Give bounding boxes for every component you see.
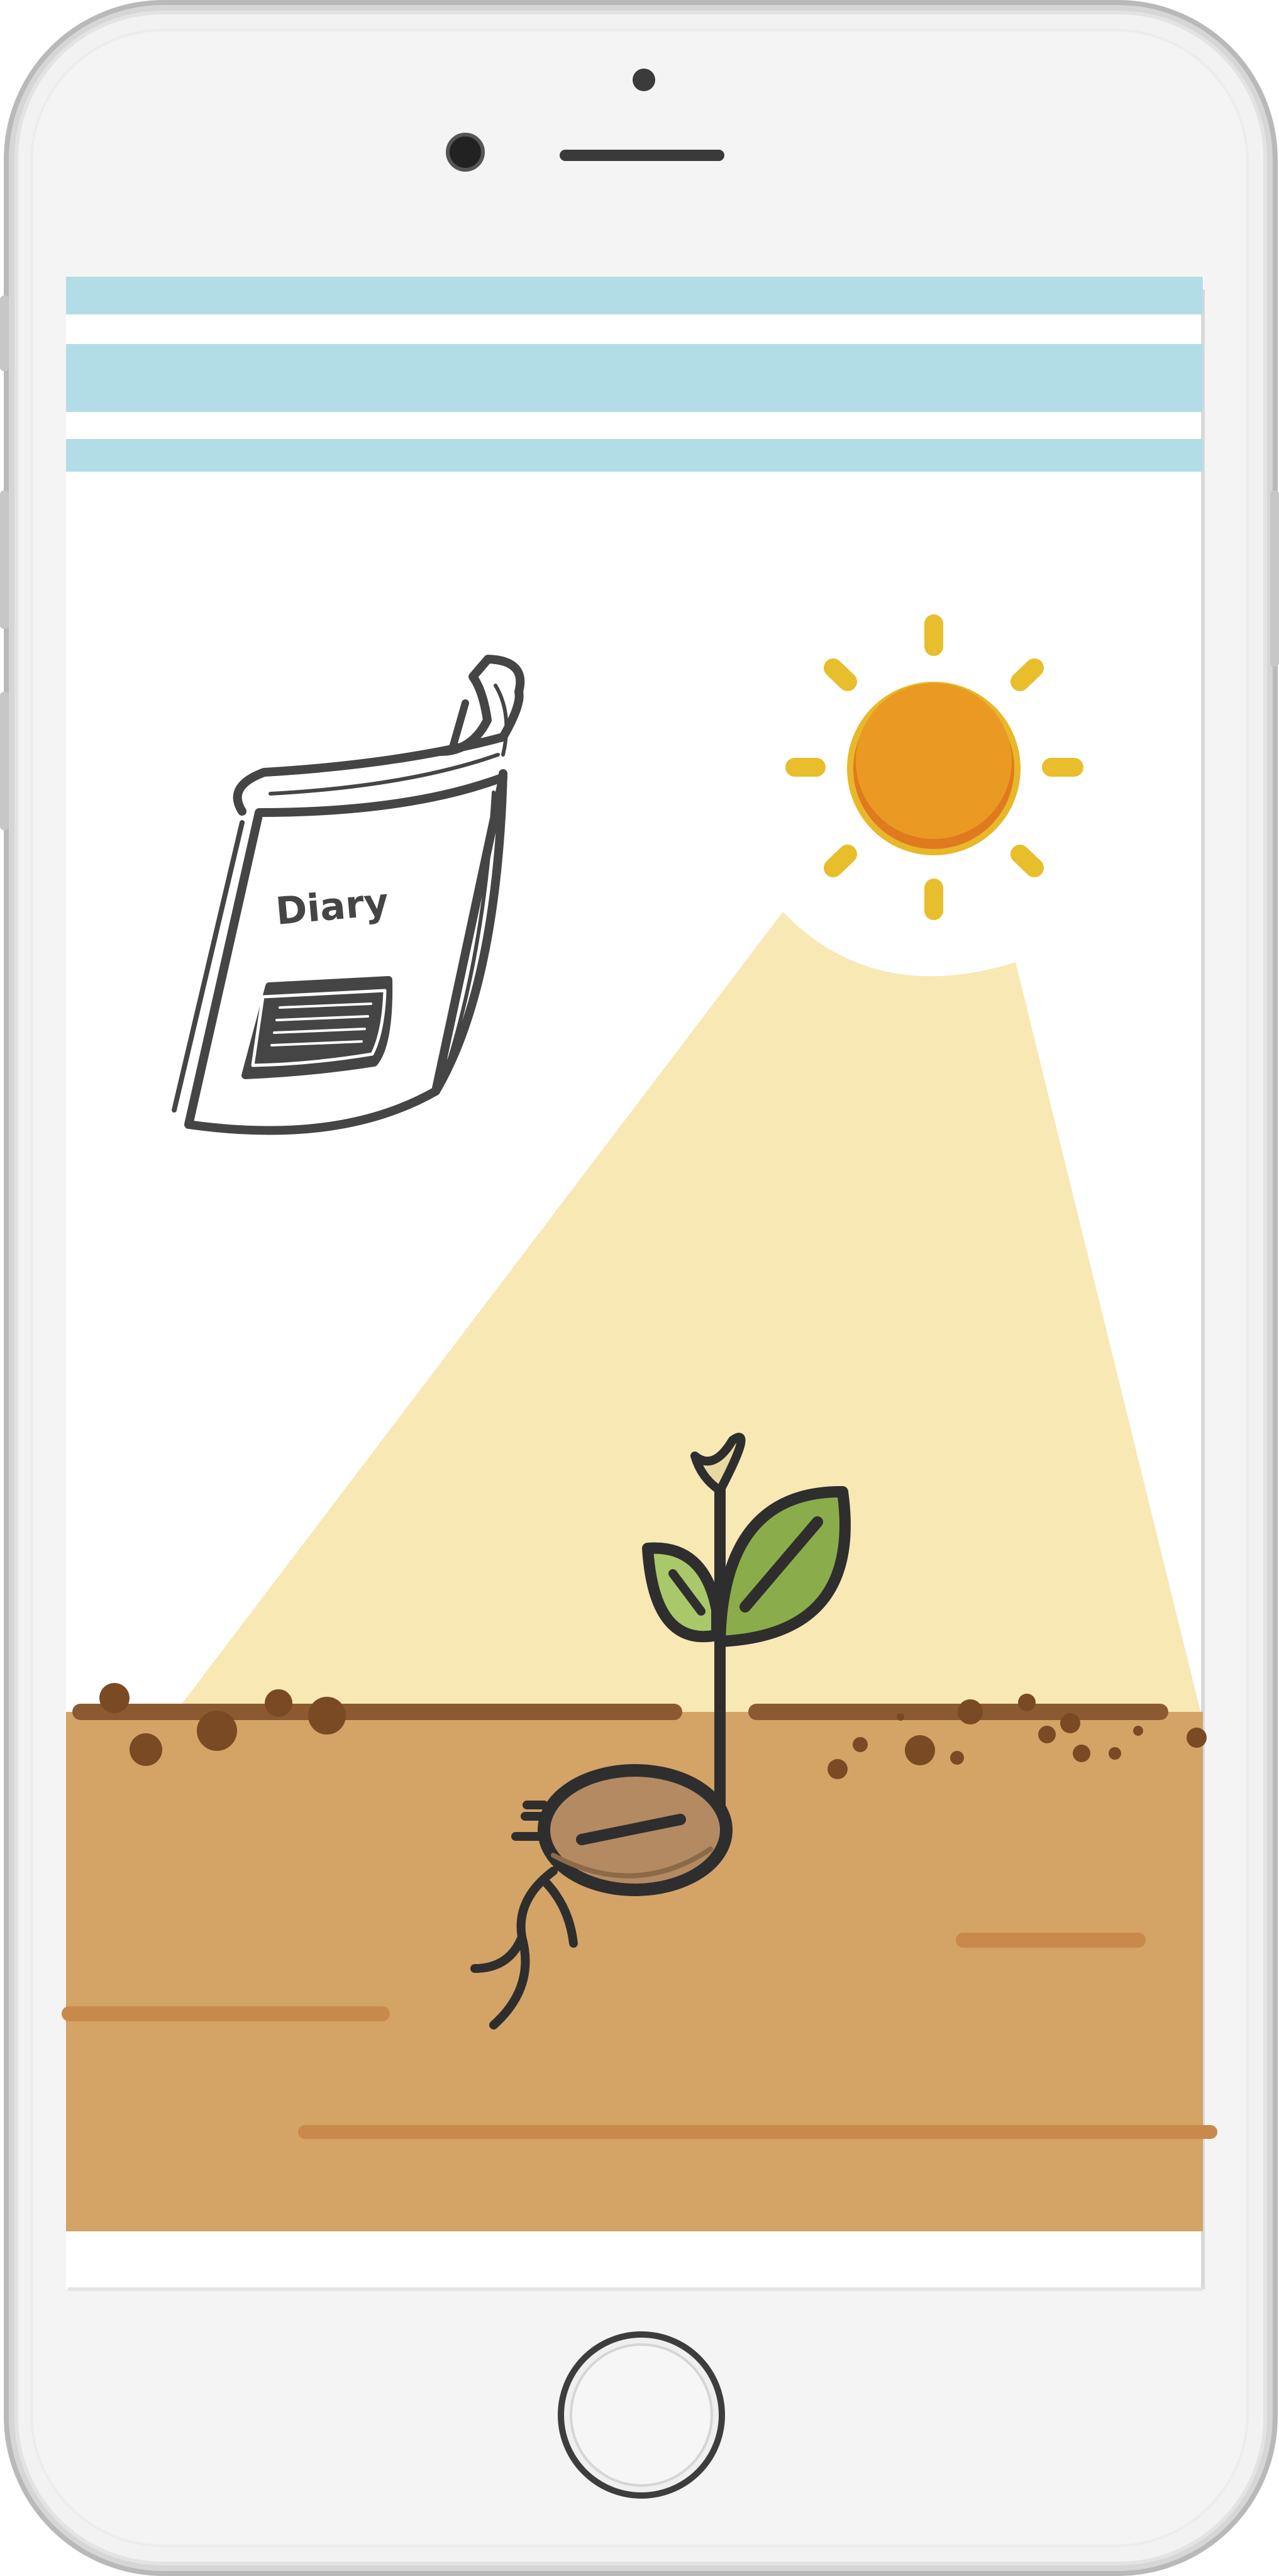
seed-icon	[538, 1764, 733, 1896]
illustration: Diary	[0, 0, 1279, 2576]
earpiece-speaker	[560, 150, 724, 161]
front-camera-icon	[633, 69, 655, 91]
home-button[interactable]	[558, 2331, 725, 2499]
face-camera-icon	[446, 133, 485, 172]
header-stripes	[66, 277, 1203, 472]
